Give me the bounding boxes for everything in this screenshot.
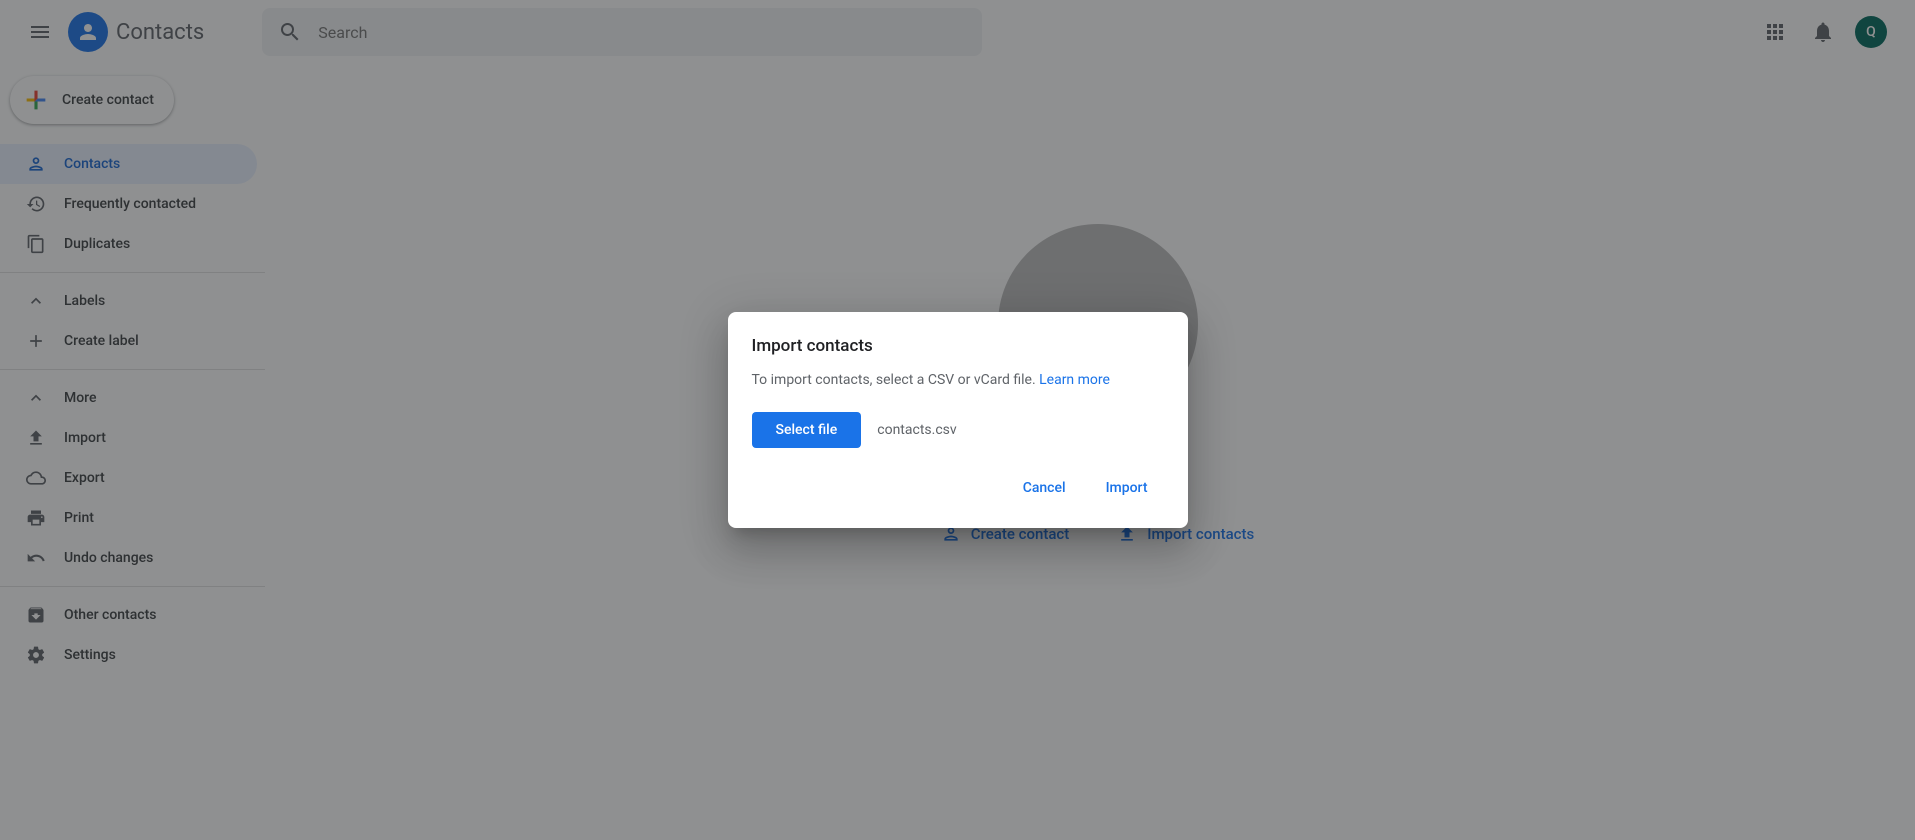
dialog-actions: Cancel Import xyxy=(752,472,1164,504)
modal-overlay[interactable]: Import contacts To import contacts, sele… xyxy=(0,0,1915,840)
dialog-title: Import contacts xyxy=(752,336,1164,356)
import-contacts-dialog: Import contacts To import contacts, sele… xyxy=(728,312,1188,528)
selected-file-name: contacts.csv xyxy=(877,422,956,438)
import-button[interactable]: Import xyxy=(1090,472,1164,504)
learn-more-link[interactable]: Learn more xyxy=(1039,372,1110,388)
dialog-body: To import contacts, select a CSV or vCar… xyxy=(752,372,1164,388)
cancel-button[interactable]: Cancel xyxy=(1007,472,1082,504)
file-select-row: Select file contacts.csv xyxy=(752,412,1164,448)
select-file-button[interactable]: Select file xyxy=(752,412,862,448)
dialog-body-text: To import contacts, select a CSV or vCar… xyxy=(752,372,1040,388)
